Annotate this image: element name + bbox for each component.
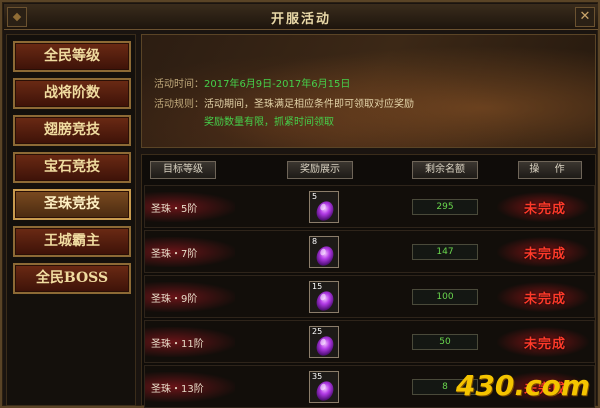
remaining-count: 295: [412, 199, 478, 215]
target-tier: 圣珠・7阶: [151, 249, 198, 260]
sidebar-item-holy-bead[interactable]: 圣珠竞技: [13, 189, 131, 220]
header-remaining: 剩余名额: [412, 161, 478, 179]
status-button[interactable]: 未完成: [510, 288, 580, 307]
table-row: 圣珠・7阶 8 147 未完成: [144, 230, 595, 273]
remaining-count: 50: [412, 334, 478, 350]
target-tier: 圣珠・13阶: [151, 384, 204, 395]
sidebar-item-general-rank[interactable]: 战将阶数: [13, 78, 131, 109]
remaining-count: 147: [412, 244, 478, 260]
activity-rule-note: 奖励数量有限，抓紧时间领取: [204, 117, 334, 128]
status-button[interactable]: 未完成: [510, 198, 580, 217]
activity-rules: 活动规则：活动期间，圣珠满足相应条件即可领取对应奖励: [154, 95, 414, 110]
activity-sidebar: 全民等级 战将阶数 翅膀竞技 宝石竞技 圣珠竞技 王城霸主 全民BOSS: [6, 34, 136, 406]
reward-quantity: 25: [312, 327, 323, 336]
reward-slot[interactable]: 15: [309, 281, 339, 313]
reward-quantity: 35: [312, 372, 323, 381]
reward-slot[interactable]: 35: [309, 371, 339, 403]
header-reward: 奖励展示: [287, 161, 353, 179]
reward-quantity: 15: [312, 282, 323, 291]
table-row: 圣珠・5阶 5 295 未完成: [144, 185, 595, 228]
sidebar-item-wings[interactable]: 翅膀竞技: [13, 115, 131, 146]
activity-time-value: 2017年6月9日-2017年6月15日: [204, 79, 351, 90]
target-tier: 圣珠・9阶: [151, 294, 198, 305]
site-watermark: 430.com: [455, 369, 590, 402]
activity-time: 活动时间：2017年6月9日-2017年6月15日: [154, 75, 350, 90]
activity-time-label: 活动时间：: [154, 79, 204, 90]
sidebar-item-world-boss[interactable]: 全民BOSS: [13, 263, 131, 294]
activity-rule-label: 活动规则：: [154, 99, 204, 110]
sidebar-item-level[interactable]: 全民等级: [13, 41, 131, 72]
status-button[interactable]: 未完成: [510, 243, 580, 262]
remaining-count: 100: [412, 289, 478, 305]
sidebar-item-castle-lord[interactable]: 王城霸主: [13, 226, 131, 257]
status-button[interactable]: 未完成: [510, 333, 580, 352]
activity-window: 开服活动 ✕ 全民等级 战将阶数 翅膀竞技 宝石竞技 圣珠竞技 王城霸主 全民B…: [0, 0, 600, 408]
reward-quantity: 8: [312, 237, 318, 246]
title-bar: 开服活动 ✕: [4, 4, 598, 30]
reward-slot[interactable]: 25: [309, 326, 339, 358]
header-target-level: 目标等级: [150, 161, 216, 179]
sidebar-item-gems[interactable]: 宝石竞技: [13, 152, 131, 183]
activity-banner: 活动时间：2017年6月9日-2017年6月15日 活动规则：活动期间，圣珠满足…: [141, 34, 596, 148]
close-button[interactable]: ✕: [575, 7, 595, 27]
table-row: 圣珠・11阶 25 50 未完成: [144, 320, 595, 363]
header-operation-button[interactable]: 操 作: [518, 161, 582, 179]
target-tier: 圣珠・11阶: [151, 339, 204, 350]
window-title: 开服活动: [270, 12, 331, 27]
reward-slot[interactable]: 8: [309, 236, 339, 268]
target-tier: 圣珠・5阶: [151, 204, 198, 215]
activity-rule-text: 活动期间，圣珠满足相应条件即可领取对应奖励: [204, 99, 414, 110]
reward-slot[interactable]: 5: [309, 191, 339, 223]
reward-quantity: 5: [312, 192, 318, 201]
table-row: 圣珠・9阶 15 100 未完成: [144, 275, 595, 318]
table-header: 目标等级 奖励展示 剩余名额 操 作: [142, 155, 597, 183]
